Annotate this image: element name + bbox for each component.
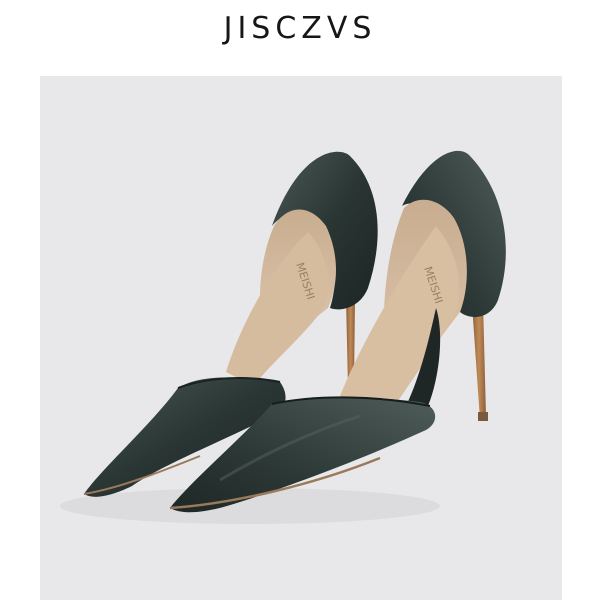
product-photo: MEISHI MEISHI [40, 76, 562, 600]
brand-title: JISCZVS [223, 10, 377, 46]
right-shoe-heel-tip [478, 412, 488, 421]
brand-header: JISCZVS [0, 0, 600, 72]
right-shoe-heel [472, 302, 486, 420]
shoes-illustration: MEISHI MEISHI [60, 150, 506, 524]
